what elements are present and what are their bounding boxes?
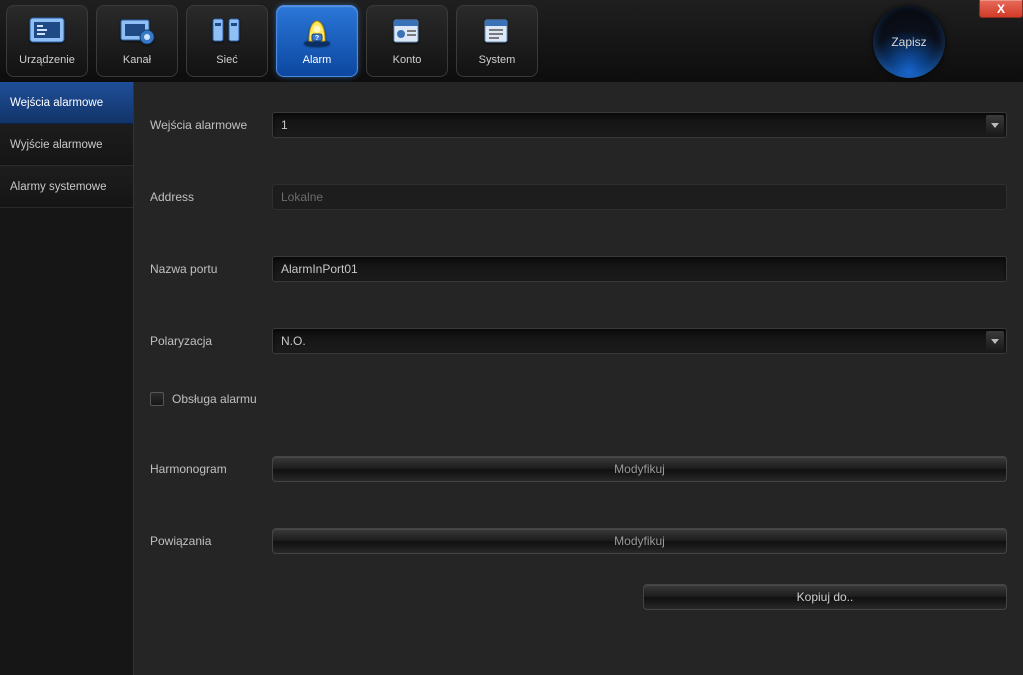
close-icon: X — [997, 2, 1005, 16]
button-label: Modyfikuj — [614, 462, 665, 476]
button-linkage-modify[interactable]: Modyfikuj — [272, 528, 1007, 554]
body: Wejścia alarmowe Wyjście alarmowe Alarmy… — [0, 82, 1023, 675]
nav-label: System — [479, 54, 516, 66]
label-linkage: Powiązania — [150, 534, 272, 548]
nav-tab-alarm[interactable]: ? Alarm — [276, 5, 358, 77]
system-icon — [475, 12, 519, 52]
nav-label: Konto — [393, 54, 422, 66]
nav-label: Urządzenie — [19, 54, 75, 66]
field-value: Lokalne — [281, 190, 323, 204]
row-copy: Kopiuj do.. — [150, 584, 1007, 610]
label-port-name: Nazwa portu — [150, 262, 272, 276]
device-icon — [25, 12, 69, 52]
save-label: Zapisz — [891, 35, 926, 49]
alarm-icon: ? — [295, 12, 339, 52]
sidebar: Wejścia alarmowe Wyjście alarmowe Alarmy… — [0, 82, 134, 675]
chevron-down-icon — [986, 331, 1004, 351]
label-alarm-inputs: Wejścia alarmowe — [150, 118, 272, 132]
sidebar-item-system-alarms[interactable]: Alarmy systemowe — [0, 166, 133, 208]
nav-label: Kanał — [123, 54, 151, 66]
sidebar-item-alarm-output[interactable]: Wyjście alarmowe — [0, 124, 133, 166]
input-value: AlarmInPort01 — [281, 262, 358, 276]
label-polarization: Polaryzacja — [150, 334, 272, 348]
save-button[interactable]: Zapisz — [873, 6, 945, 78]
button-label: Modyfikuj — [614, 534, 665, 548]
window-close-button[interactable]: X — [979, 0, 1023, 18]
top-nav-bar: X Urządzenie Kanał — [0, 0, 1023, 82]
select-value: 1 — [281, 118, 288, 132]
select-polarization[interactable]: N.O. — [272, 328, 1007, 354]
network-icon — [205, 12, 249, 52]
row-polarization: Polaryzacja N.O. — [150, 328, 1007, 354]
checkbox-alarm-handling[interactable] — [150, 392, 164, 406]
select-alarm-inputs[interactable]: 1 — [272, 112, 1007, 138]
button-schedule-modify[interactable]: Modyfikuj — [272, 456, 1007, 482]
nav-tab-account[interactable]: Konto — [366, 5, 448, 77]
nav-tab-system[interactable]: System — [456, 5, 538, 77]
select-value: N.O. — [281, 334, 306, 348]
nav-label: Sieć — [216, 54, 237, 66]
sidebar-item-label: Wejścia alarmowe — [10, 97, 103, 109]
button-copy-to[interactable]: Kopiuj do.. — [643, 584, 1007, 610]
input-port-name[interactable]: AlarmInPort01 — [272, 256, 1007, 282]
label-address: Address — [150, 190, 272, 204]
label-schedule: Harmonogram — [150, 462, 272, 476]
checkbox-label: Obsługa alarmu — [172, 392, 257, 406]
sidebar-item-label: Wyjście alarmowe — [10, 139, 103, 151]
row-alarm-handling: Obsługa alarmu — [150, 392, 1007, 406]
sidebar-item-alarm-inputs[interactable]: Wejścia alarmowe — [0, 82, 133, 124]
nav-tab-channel[interactable]: Kanał — [96, 5, 178, 77]
content-panel: Wejścia alarmowe 1 Address Lokalne Nazwa… — [134, 82, 1023, 675]
sidebar-item-label: Alarmy systemowe — [10, 181, 107, 193]
channel-icon — [115, 12, 159, 52]
account-icon — [385, 12, 429, 52]
nav-tab-network[interactable]: Sieć — [186, 5, 268, 77]
row-schedule: Harmonogram Modyfikuj — [150, 456, 1007, 482]
chevron-down-icon — [986, 115, 1004, 135]
row-alarm-inputs: Wejścia alarmowe 1 — [150, 112, 1007, 138]
row-address: Address Lokalne — [150, 184, 1007, 210]
nav-tab-device[interactable]: Urządzenie — [6, 5, 88, 77]
button-label: Kopiuj do.. — [797, 590, 854, 604]
field-address: Lokalne — [272, 184, 1007, 210]
svg-text:?: ? — [315, 35, 319, 42]
row-linkage: Powiązania Modyfikuj — [150, 528, 1007, 554]
nav-label: Alarm — [303, 54, 332, 66]
row-port-name: Nazwa portu AlarmInPort01 — [150, 256, 1007, 282]
